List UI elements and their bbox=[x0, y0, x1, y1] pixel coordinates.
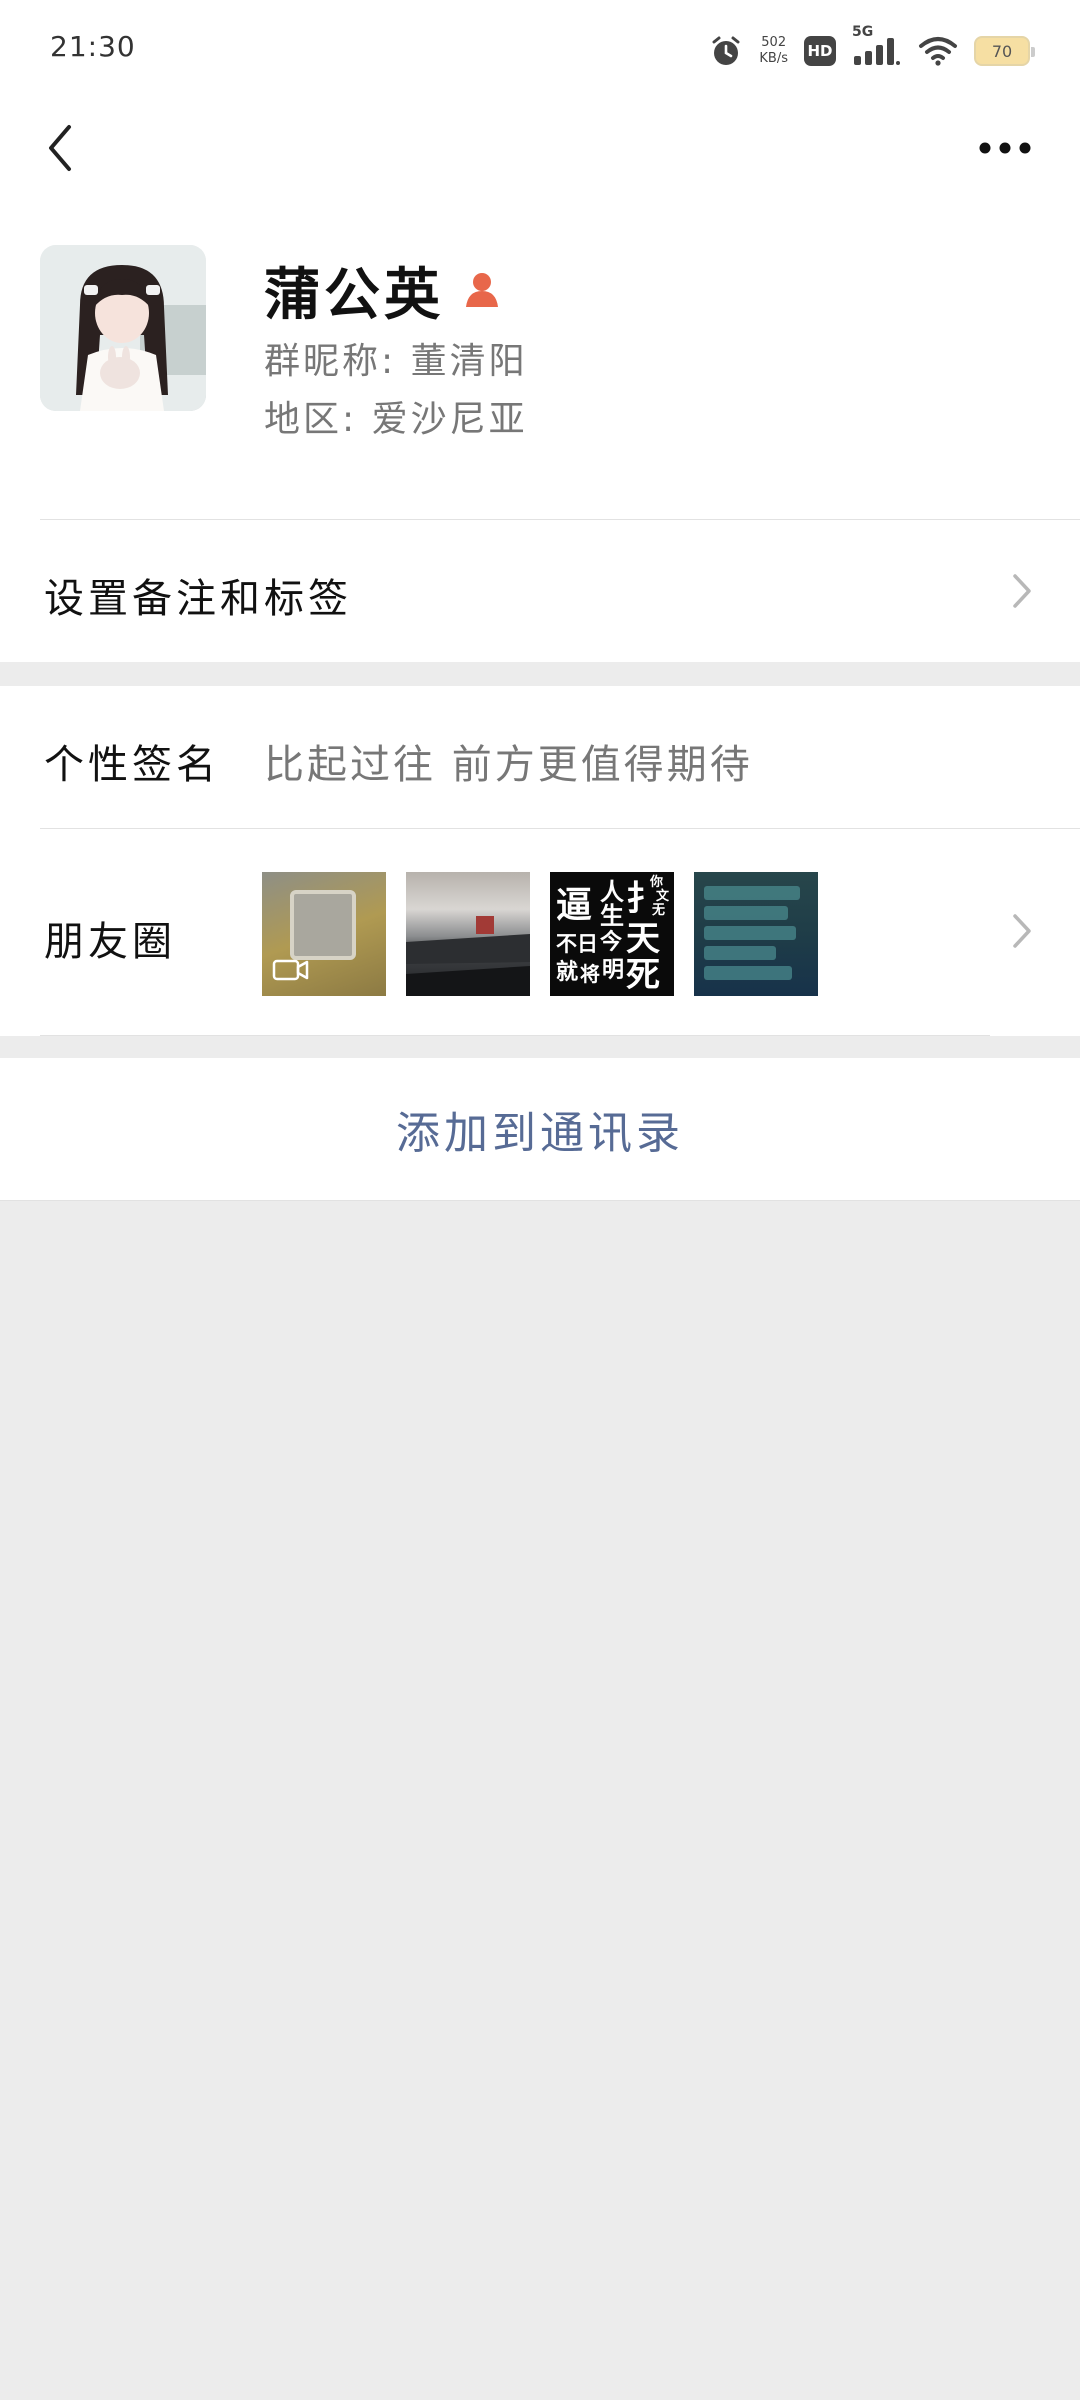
moment-thumb[interactable] bbox=[262, 872, 386, 996]
video-icon bbox=[272, 958, 310, 986]
moment-text: 死 bbox=[626, 955, 660, 995]
add-contact-bar: 添加到通讯录 bbox=[0, 1058, 1080, 1200]
profile-name-row: 蒲公英 bbox=[264, 250, 502, 331]
hd-badge: HD bbox=[804, 36, 836, 66]
wifi-icon bbox=[918, 35, 958, 67]
region: 地区: 爱沙尼亚 bbox=[264, 399, 528, 440]
moment-text: 将 bbox=[580, 962, 600, 986]
moment-text: 逼 bbox=[556, 885, 593, 926]
network-speed-unit: KB/s bbox=[759, 51, 788, 66]
moment-text: 就 bbox=[556, 960, 579, 985]
moment-thumb[interactable] bbox=[406, 872, 530, 996]
remark-tag-label: 设置备注和标签 bbox=[44, 576, 352, 622]
moment-text: 文 bbox=[656, 889, 670, 904]
moment-photo bbox=[406, 916, 530, 996]
chevron-right-icon bbox=[1004, 561, 1040, 621]
more-dots-icon bbox=[979, 142, 1031, 154]
chevron-right-icon bbox=[1004, 901, 1040, 961]
network-speed-value: 502 bbox=[761, 35, 787, 50]
signature-value: 比起过往 前方更值得期待 bbox=[264, 742, 753, 788]
chat-bubble bbox=[704, 966, 792, 980]
chat-bubble bbox=[704, 906, 788, 920]
moments-label: 朋友圈 bbox=[44, 919, 176, 965]
network-speed: 502 KB/s bbox=[759, 35, 788, 67]
profile-header: 蒲公英 群昵称: 董清阳 地区: 爱沙尼亚 bbox=[0, 220, 1080, 520]
more-button[interactable] bbox=[970, 118, 1040, 178]
moment-text: 人 bbox=[600, 878, 624, 906]
signature-row: 个性签名 比起过往 前方更值得期待 bbox=[0, 686, 1080, 828]
moment-thumb[interactable]: 逼 人 生 扌 你 文 无 不日 今 天 死 就 将 明 bbox=[550, 872, 674, 996]
details-block: 个性签名 比起过往 前方更值得期待 朋友圈 逼 人 生 扌 你 文 无 不日 今… bbox=[0, 686, 1080, 1036]
status-icons: 502 KB/s HD 5G 70 bbox=[709, 24, 1035, 74]
moment-text: 明 bbox=[602, 958, 625, 983]
moment-text: 不日 bbox=[556, 932, 598, 956]
chat-bubble bbox=[704, 946, 776, 960]
divider bbox=[40, 1035, 990, 1036]
clock-time: 21:30 bbox=[50, 30, 136, 63]
back-button[interactable] bbox=[30, 118, 90, 178]
chat-bubble bbox=[704, 886, 800, 900]
female-person-icon bbox=[462, 269, 502, 313]
moment-photo-object bbox=[290, 890, 356, 960]
divider bbox=[0, 1200, 1080, 1201]
moment-text: 无 bbox=[652, 903, 666, 918]
moment-thumb[interactable] bbox=[694, 872, 818, 996]
moment-text: 今 bbox=[600, 930, 623, 955]
moment-text: 天 bbox=[626, 919, 660, 959]
moments-thumbnails: 逼 人 生 扌 你 文 无 不日 今 天 死 就 将 明 bbox=[262, 872, 818, 996]
chevron-left-icon bbox=[49, 125, 71, 171]
chat-bubble bbox=[704, 926, 796, 940]
profile-name: 蒲公英 bbox=[264, 263, 444, 328]
avatar[interactable] bbox=[40, 245, 206, 411]
battery-level: 70 bbox=[991, 41, 1013, 61]
network-type-label: 5G bbox=[852, 24, 874, 40]
moment-text: 你 bbox=[650, 875, 664, 890]
signature-label: 个性签名 bbox=[44, 742, 220, 788]
add-to-contacts-button[interactable]: 添加到通讯录 bbox=[0, 1058, 1080, 1200]
avatar-image bbox=[40, 245, 206, 411]
status-bar: 21:30 502 KB/s HD 5G 70 bbox=[0, 0, 1080, 100]
remark-tag-row[interactable]: 设置备注和标签 bbox=[0, 520, 1080, 662]
battery-icon: 70 bbox=[974, 36, 1035, 66]
signal-icon: 5G bbox=[852, 24, 902, 68]
moment-text: 生 bbox=[600, 902, 624, 930]
alarm-icon bbox=[709, 34, 743, 68]
nav-bar bbox=[0, 100, 1080, 220]
group-nickname: 群昵称: 董清阳 bbox=[264, 341, 528, 382]
